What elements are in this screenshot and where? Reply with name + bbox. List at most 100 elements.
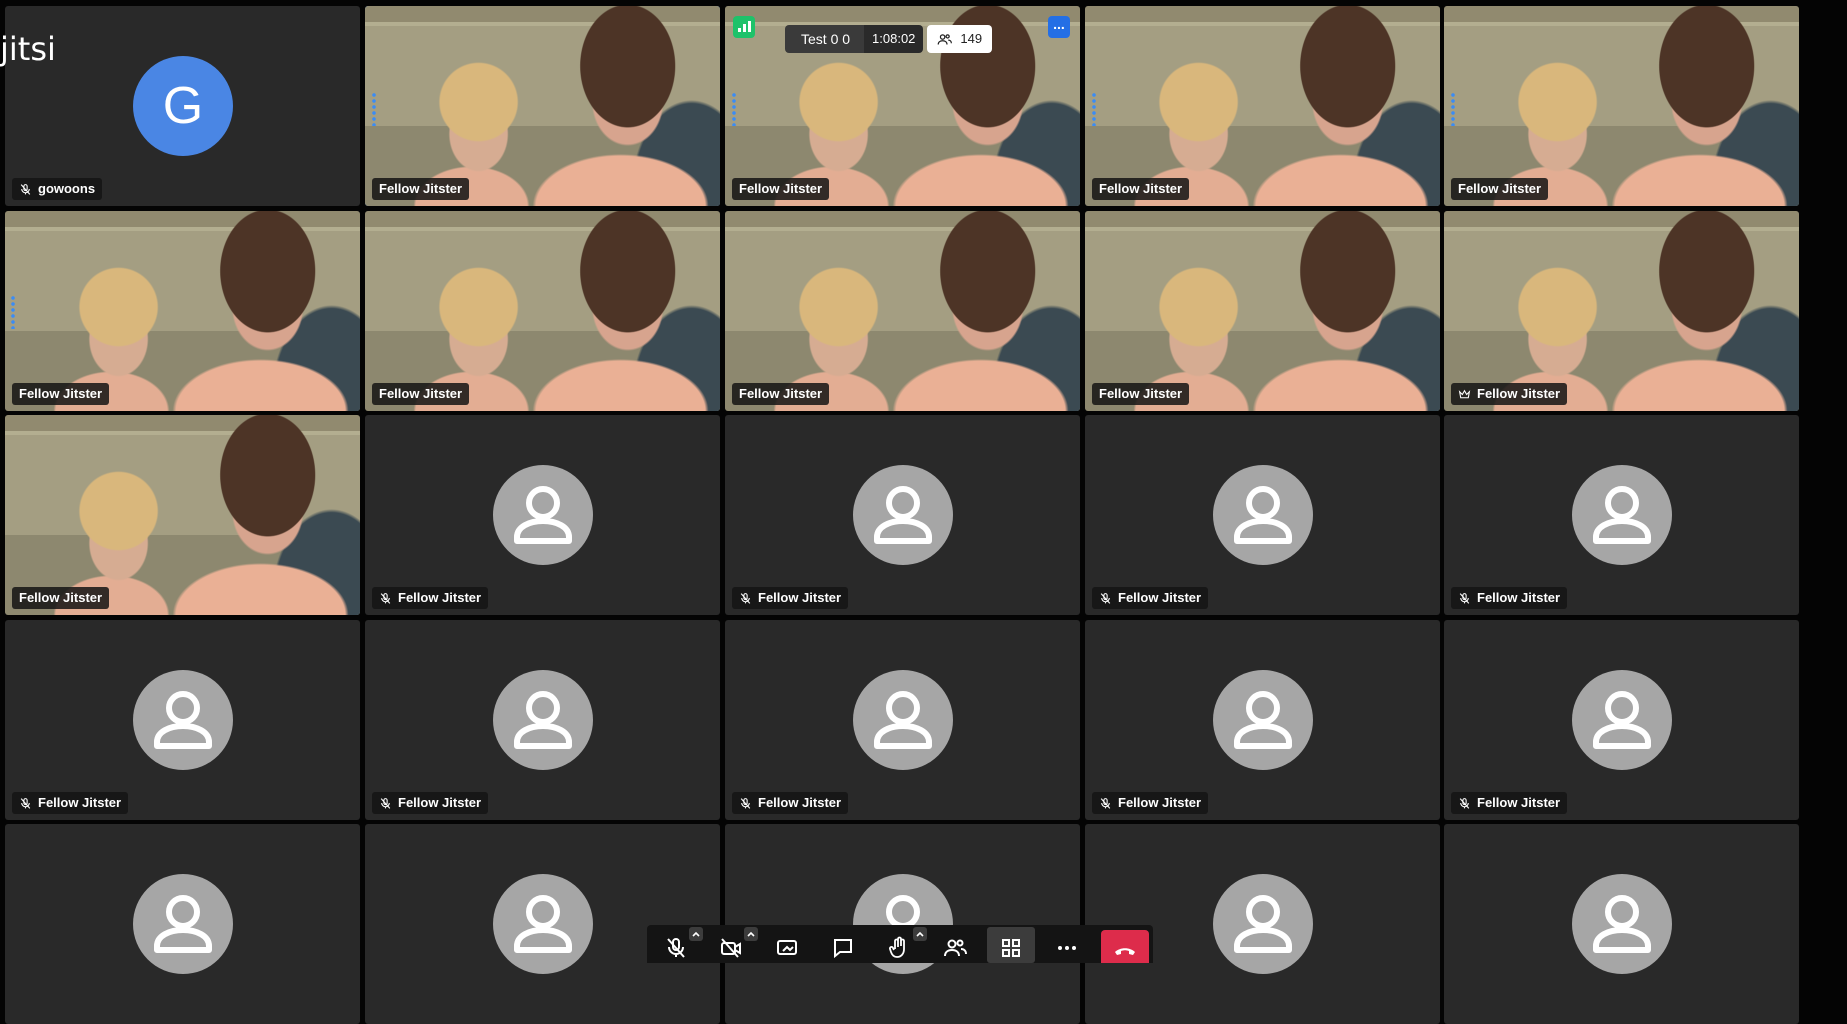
participant-tile[interactable]: Fellow Jitster <box>725 620 1080 820</box>
drag-handle-icon[interactable] <box>11 295 15 329</box>
avatar <box>1212 670 1313 770</box>
default-avatar-icon <box>873 486 932 544</box>
chat-button[interactable] <box>819 927 867 963</box>
meeting-toolbar <box>647 925 1153 963</box>
participant-name-label: gowoons <box>12 178 103 200</box>
participants-icon <box>938 33 953 45</box>
participant-tile[interactable]: Fellow Jitster <box>725 211 1080 411</box>
avatar <box>1212 874 1313 974</box>
participant-name-label: Fellow Jitster <box>732 792 849 814</box>
participant-tile[interactable]: Fellow Jitster <box>1444 6 1799 206</box>
audio-settings-caret[interactable] <box>689 927 703 941</box>
more-actions-button[interactable] <box>1043 927 1091 963</box>
participant-name: Fellow Jitster <box>758 590 842 605</box>
participant-name: Fellow Jitster <box>1477 795 1561 810</box>
participant-name: Fellow Jitster <box>38 795 122 810</box>
video-settings-caret[interactable] <box>744 927 758 941</box>
participant-name-label: Fellow Jitster <box>12 383 110 405</box>
participant-tile[interactable]: Fellow Jitster <box>365 211 720 411</box>
participant-tile[interactable]: Fellow Jitster <box>5 211 360 411</box>
participant-name-label: Fellow Jitster <box>1451 587 1568 609</box>
participant-video <box>1444 211 1799 411</box>
participant-name-label: Fellow Jitster <box>732 383 830 405</box>
moderator-crown-icon <box>1458 389 1471 398</box>
participant-tile[interactable]: Fellow Jitster <box>1444 211 1799 411</box>
avatar <box>132 874 233 974</box>
participant-tile[interactable] <box>725 824 1080 1024</box>
more-options-icon <box>1058 946 1076 950</box>
avatar <box>852 465 953 565</box>
participant-tile[interactable] <box>365 824 720 1024</box>
participant-name-label: Fellow Jitster <box>1092 792 1209 814</box>
participant-tile[interactable]: Fellow Jitster <box>365 6 720 206</box>
participant-tile[interactable]: Fellow Jitster <box>1085 620 1440 820</box>
participant-tile[interactable] <box>1085 824 1440 1024</box>
avatar <box>1571 874 1672 974</box>
participant-tile[interactable]: Fellow Jitster <box>5 415 360 615</box>
default-avatar-icon <box>153 895 212 953</box>
participant-video <box>725 211 1080 411</box>
participant-name: Fellow Jitster <box>379 181 463 196</box>
participant-name-label: Fellow Jitster <box>1451 383 1568 405</box>
participant-name-label: Fellow Jitster <box>732 587 849 609</box>
participant-name: Fellow Jitster <box>739 386 823 401</box>
participant-tile[interactable] <box>5 824 360 1024</box>
drag-handle-icon[interactable] <box>1092 92 1096 126</box>
participant-name: Fellow Jitster <box>1099 386 1183 401</box>
tile-view-button[interactable] <box>987 927 1035 963</box>
participant-tile[interactable]: Fellow Jitster <box>1085 415 1440 615</box>
participant-tile[interactable]: Fellow Jitster <box>1444 620 1799 820</box>
participant-tile[interactable] <box>1444 824 1799 1024</box>
participant-video <box>5 211 360 411</box>
meeting-info-bar: Test 0 0 1:08:02 149 <box>785 25 993 53</box>
tile-view-icon <box>1002 939 1020 957</box>
default-avatar-icon <box>873 691 932 749</box>
microphone-muted-icon <box>1100 592 1111 604</box>
participant-tile[interactable]: Fellow Jitster <box>365 415 720 615</box>
chat-icon <box>834 939 852 959</box>
avatar <box>492 670 593 770</box>
participant-tile[interactable]: Ggowoons <box>5 6 360 206</box>
participant-count-badge[interactable]: 149 <box>927 25 993 53</box>
microphone-muted-icon <box>380 797 391 809</box>
drag-handle-icon[interactable] <box>372 92 376 126</box>
hangup-icon <box>1115 948 1135 955</box>
avatar <box>1571 465 1672 565</box>
microphone-muted-icon <box>1459 797 1470 809</box>
tile-more-options-icon[interactable]: ... <box>1048 16 1070 38</box>
participant-name: Fellow Jitster <box>1458 181 1542 196</box>
drag-handle-icon[interactable] <box>732 92 736 126</box>
avatar <box>852 670 953 770</box>
avatar <box>1212 465 1313 565</box>
microphone-muted-icon <box>1100 797 1111 809</box>
connection-indicator-icon[interactable] <box>733 16 755 38</box>
avatar <box>132 670 233 770</box>
participant-tile[interactable]: Fellow Jitster <box>1085 211 1440 411</box>
microphone-muted-icon <box>667 938 685 958</box>
drag-handle-icon[interactable] <box>1451 92 1455 126</box>
default-avatar-icon <box>513 691 572 749</box>
participant-tile[interactable]: Fellow Jitster <box>1085 6 1440 206</box>
reactions-caret[interactable] <box>913 927 927 941</box>
leave-meeting-button[interactable] <box>1101 930 1149 963</box>
participant-video <box>1085 211 1440 411</box>
participant-tile[interactable]: Fellow Jitster <box>365 620 720 820</box>
participant-tile[interactable]: Fellow Jitster <box>5 620 360 820</box>
microphone-muted-icon <box>380 592 391 604</box>
default-avatar-icon <box>1233 691 1292 749</box>
participant-name-label: Fellow Jitster <box>732 178 830 200</box>
participant-tile[interactable]: Fellow Jitster <box>1444 415 1799 615</box>
microphone-muted-icon <box>740 592 751 604</box>
participant-name: Fellow Jitster <box>1118 590 1202 605</box>
participant-tile[interactable]: Fellow Jitster <box>725 415 1080 615</box>
participant-video <box>1444 6 1799 206</box>
participants-button[interactable] <box>931 927 979 963</box>
participant-name: Fellow Jitster <box>398 795 482 810</box>
screen-share-button[interactable] <box>763 927 811 963</box>
default-avatar-icon <box>513 895 572 953</box>
default-avatar-icon <box>1592 895 1651 953</box>
default-avatar-icon <box>1592 486 1651 544</box>
participant-grid: Ggowoons Fellow Jitster Fellow Jitster Fell… <box>0 0 1847 1024</box>
participant-name-label: Fellow Jitster <box>1451 178 1549 200</box>
meeting-title[interactable]: Test 0 0 <box>785 25 865 53</box>
